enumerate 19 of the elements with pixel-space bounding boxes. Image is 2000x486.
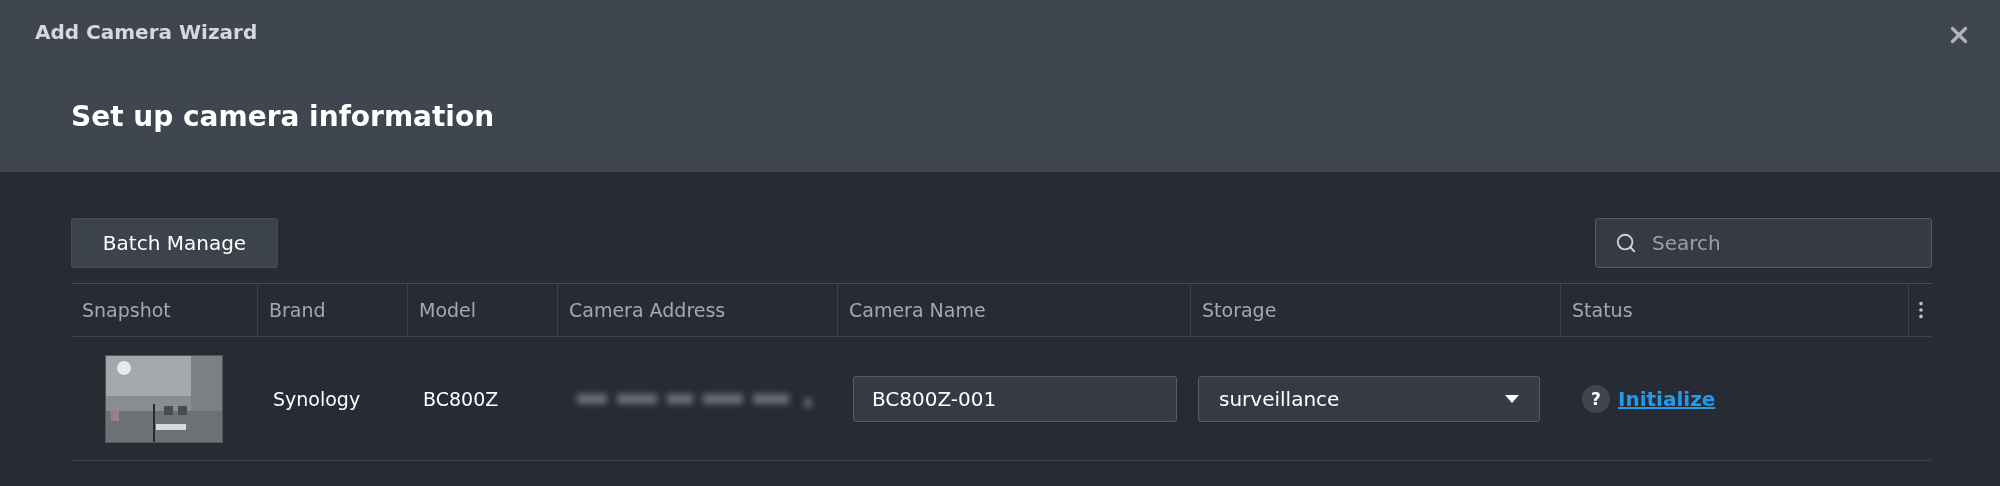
caret-icon [1505, 394, 1519, 403]
initialize-link[interactable]: Initialize [1618, 386, 1716, 411]
column-header[interactable]: Brand [269, 299, 326, 321]
search-field[interactable]: Search [1595, 218, 1932, 268]
search-icon [1615, 232, 1637, 254]
column-header[interactable]: Storage [1202, 299, 1277, 321]
storage-dropdown[interactable]: surveillance [1198, 375, 1540, 422]
help-icon[interactable]: ? [1582, 384, 1610, 413]
step-title: Set up camera information [71, 100, 495, 133]
column-header[interactable]: Status [1572, 299, 1633, 321]
column-header[interactable]: Camera Name [849, 299, 986, 321]
table-cell: BC800Z [423, 387, 499, 410]
table-cell: Synology [273, 387, 361, 410]
window-title: Add Camera Wizard [35, 20, 258, 44]
batch-manage-button[interactable]: Batch Manage [71, 218, 278, 268]
camera-name-field[interactable]: BC800Z-001 [853, 375, 1177, 422]
column-header[interactable]: Model [419, 299, 477, 321]
column-header[interactable]: Snapshot [82, 299, 171, 321]
column-header[interactable]: Camera Address [569, 299, 726, 321]
